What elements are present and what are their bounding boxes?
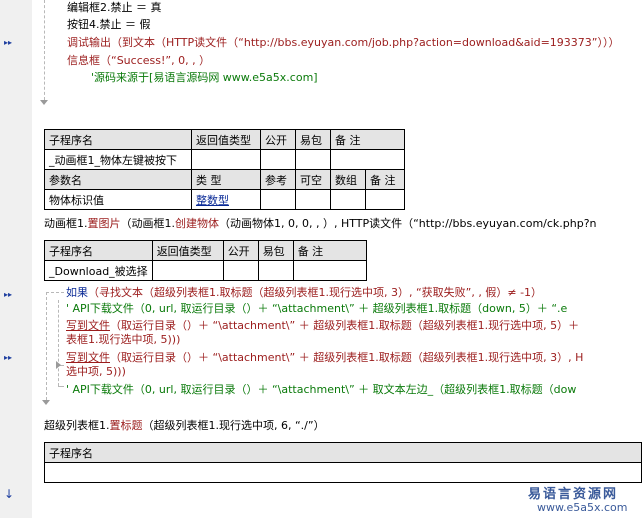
cell[interactable]	[191, 149, 261, 170]
code-line[interactable]: 按钮4.禁止 ＝ 假	[67, 17, 151, 32]
subroutine-name-cell[interactable]: _Download_被选择	[44, 260, 153, 281]
code-text: （取运行目录（）＋ “\attachment\” ＋ 超级列表框1.取标题（超级…	[110, 351, 584, 364]
header-cell: 易包	[295, 129, 331, 150]
code-line[interactable]: 调试输出（到文本（HTTP读文件（“http://bbs.eyuyan.com/…	[67, 35, 619, 50]
gutter	[0, 0, 32, 518]
code-line-continuation[interactable]: 表框1.现行选中项, 5)))	[66, 332, 180, 347]
comment-line[interactable]: ' API下载文件（0, url, 取运行目录（）＋ “\attachment\…	[66, 382, 576, 397]
header-cell: 数组	[330, 169, 366, 190]
subroutine-name-cell[interactable]	[44, 462, 642, 483]
header-cell: 返回值类型	[151, 240, 224, 261]
function-name: 写到文件	[66, 351, 110, 364]
flow-line	[58, 386, 64, 387]
subroutine-table: 子程序名	[44, 442, 642, 483]
param-type-cell[interactable]: 整数型	[191, 189, 261, 210]
code-text: （取运行目录（）＋ “\attachment\” ＋ 超级列表框1.取标题（超级…	[110, 319, 580, 332]
header-cell: 易包	[257, 240, 294, 261]
breakpoint-arrow-icon[interactable]: ▸▸	[4, 38, 12, 47]
object-name: 动画框1.	[44, 217, 88, 230]
header-cell: 返回值类型	[191, 129, 261, 150]
cell[interactable]	[151, 260, 224, 281]
header-cell: 备 注	[330, 129, 405, 150]
function-name: 写到文件	[66, 319, 110, 332]
comment-line[interactable]: '源码来源于[易语言源码网 www.e5a5x.com]	[91, 70, 318, 85]
breakpoint-arrow-icon[interactable]: ▸▸	[4, 353, 12, 362]
subroutine-table: 子程序名 返回值类型 公开 易包 备 注 _Download_被选择	[44, 240, 367, 281]
method-name: 置图片	[87, 217, 121, 230]
flow-end-arrow-icon	[42, 400, 50, 405]
object-name: 超级列表框1.	[44, 419, 110, 432]
header-cell: 备 注	[292, 240, 367, 261]
method-name: 置标题	[109, 419, 143, 432]
flow-line	[46, 292, 47, 400]
code-line[interactable]: 编辑框2.禁止 ＝ 真	[67, 0, 162, 15]
header-cell: 参数名	[44, 169, 192, 190]
code-text: （寻找文本（超级列表框1.取标题（超级列表框1.现行选中项, 3）, “获取失败…	[88, 286, 543, 299]
code-line-continuation[interactable]: 选中项, 5)))	[66, 364, 126, 379]
function-name: 信息框	[67, 54, 100, 67]
breakpoint-arrow-icon[interactable]: ▸▸	[4, 290, 12, 299]
function-name: 调试输出	[67, 36, 111, 49]
watermark-url: www.e5a5x.com	[537, 501, 628, 514]
cell[interactable]	[295, 189, 331, 210]
flow-line	[46, 292, 64, 293]
code-text: （超级列表框1.现行选中项, 6, “./”）	[142, 419, 325, 432]
cell[interactable]	[295, 149, 331, 170]
flow-line	[44, 0, 45, 100]
header-cell: 可空	[295, 169, 331, 190]
cell[interactable]	[260, 149, 296, 170]
cell[interactable]	[222, 260, 259, 281]
code-line[interactable]: 信息框（“Success!”, 0, , ）	[67, 53, 210, 68]
code-text: （动画框1.	[120, 217, 176, 230]
keyword-if: 如果	[66, 286, 88, 299]
cell[interactable]	[292, 260, 367, 281]
code-line[interactable]: 写到文件（取运行目录（）＋ “\attachment\” ＋ 超级列表框1.取标…	[66, 318, 579, 333]
code-line[interactable]: 写到文件（取运行目录（）＋ “\attachment\” ＋ 超级列表框1.取标…	[66, 350, 583, 365]
header-cell: 公开	[260, 129, 296, 150]
cell[interactable]	[330, 189, 366, 210]
param-name-cell[interactable]: 物体标识值	[44, 189, 192, 210]
cell[interactable]	[365, 189, 405, 210]
header-cell: 类 型	[191, 169, 261, 190]
code-text: （动画物体1, 0, 0, , ）, HTTP读文件（“http://bbs.e…	[219, 217, 597, 230]
header-cell: 备 注	[365, 169, 405, 190]
subroutine-name-cell[interactable]: _动画框1_物体左键被按下	[44, 149, 192, 170]
header-cell: 子程序名	[44, 240, 153, 261]
code-line[interactable]: 动画框1.置图片（动画框1.创建物体（动画物体1, 0, 0, , ）, HTT…	[44, 216, 597, 231]
comment-line[interactable]: ' API下载文件（0, url, 取运行目录（）＋ “\attachment\…	[66, 301, 567, 316]
cell[interactable]	[257, 260, 294, 281]
cell[interactable]	[260, 189, 296, 210]
header-cell: 子程序名	[44, 129, 192, 150]
cursor-arrow-down-icon: ↓	[4, 487, 15, 501]
subroutine-table: 子程序名 返回值类型 公开 易包 备 注 _动画框1_物体左键被按下 参数名 类…	[44, 129, 405, 210]
function-args: （“Success!”, 0, , ）	[100, 54, 211, 67]
flow-end-arrow-icon	[40, 100, 48, 105]
function-args: （到文本（HTTP读文件（“http://bbs.eyuyan.com/job.…	[111, 36, 620, 49]
method-name: 创建物体	[175, 217, 219, 230]
watermark-title: 易语言资源网	[528, 487, 619, 502]
header-cell: 参考	[260, 169, 296, 190]
cell[interactable]	[330, 149, 405, 170]
code-line[interactable]: 超级列表框1.置标题（超级列表框1.现行选中项, 6, “./”）	[44, 418, 325, 433]
header-cell: 公开	[222, 240, 259, 261]
code-line[interactable]: 如果（寻找文本（超级列表框1.取标题（超级列表框1.现行选中项, 3）, “获取…	[66, 285, 542, 300]
header-cell: 子程序名	[44, 442, 642, 463]
branch-arrow-icon	[56, 361, 61, 369]
flow-line	[58, 300, 59, 386]
